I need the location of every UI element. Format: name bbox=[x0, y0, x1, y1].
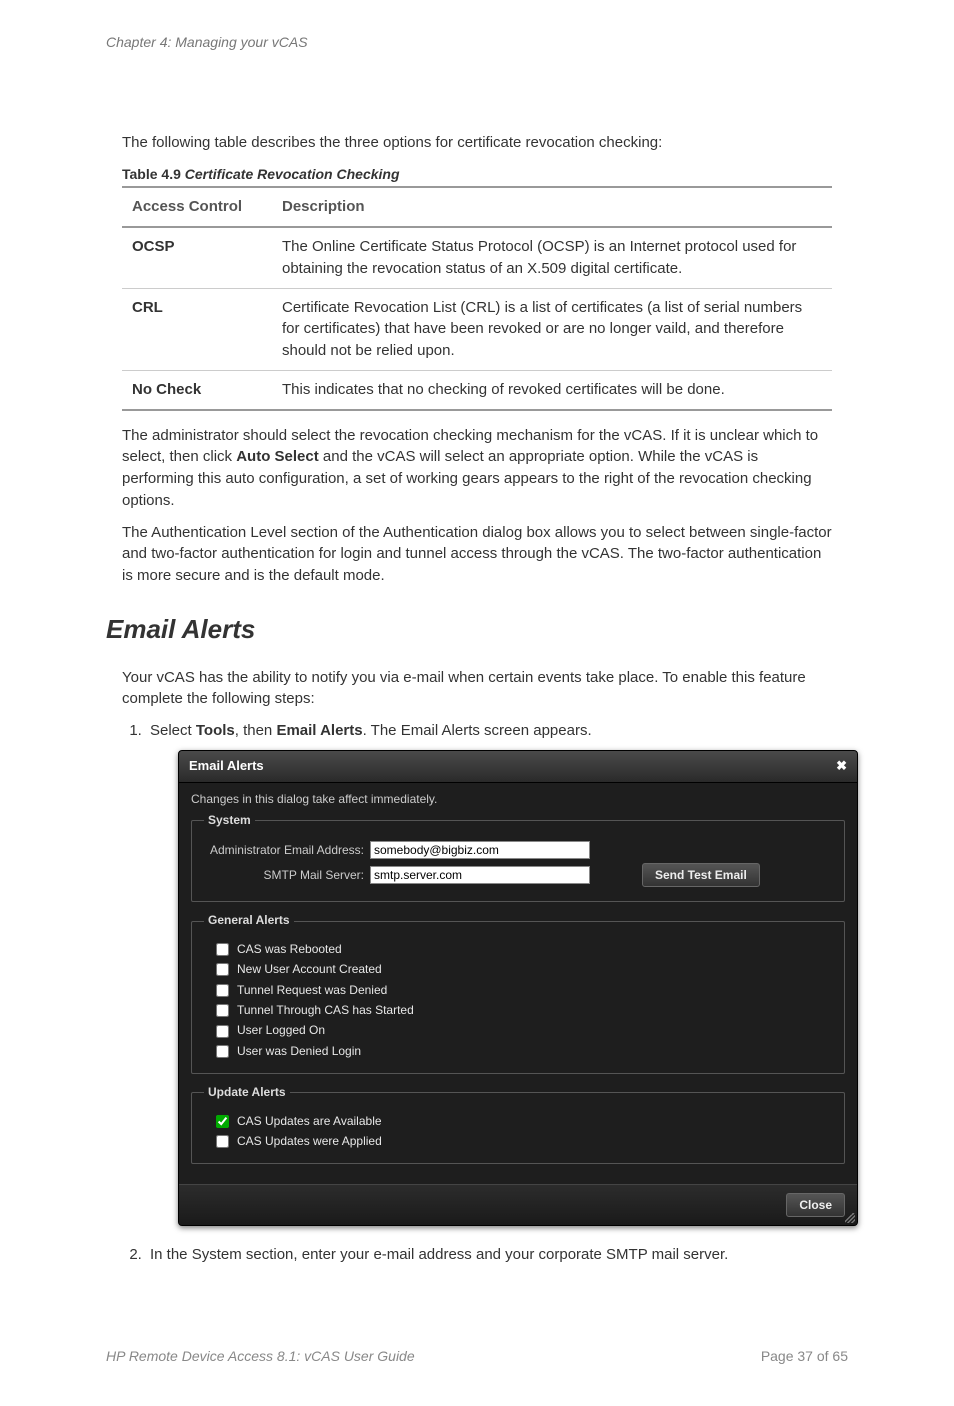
row-name: No Check bbox=[122, 370, 272, 409]
dialog-titlebar[interactable]: Email Alerts ✖ bbox=[179, 751, 857, 783]
col-header-access: Access Control bbox=[122, 187, 272, 227]
row-name: OCSP bbox=[122, 227, 272, 288]
alert-row: User was Denied Login bbox=[204, 1043, 832, 1060]
footer-page-number: Page 37 of 65 bbox=[761, 1346, 848, 1366]
row-name: CRL bbox=[122, 288, 272, 370]
alert-row: CAS Updates are Available bbox=[204, 1113, 832, 1130]
smtp-server-label: SMTP Mail Server: bbox=[204, 867, 364, 884]
dialog-note: Changes in this dialog take affect immed… bbox=[191, 791, 845, 808]
admin-paragraph: The administrator should select the revo… bbox=[122, 425, 832, 512]
row-desc: Certificate Revocation List (CRL) is a l… bbox=[272, 288, 832, 370]
caption-prefix: Table 4.9 bbox=[122, 166, 185, 182]
resize-grip-icon[interactable] bbox=[845, 1213, 855, 1223]
dialog-title: Email Alerts bbox=[189, 757, 264, 776]
email-alerts-dialog: Email Alerts ✖ Changes in this dialog ta… bbox=[178, 750, 858, 1227]
alert-label: CAS Updates are Available bbox=[237, 1113, 382, 1130]
alert-checkbox-user-denied[interactable] bbox=[216, 1045, 229, 1058]
alert-checkbox-updates-available[interactable] bbox=[216, 1115, 229, 1128]
alert-label: CAS Updates were Applied bbox=[237, 1133, 382, 1150]
table-row: CRL Certificate Revocation List (CRL) is… bbox=[122, 288, 832, 370]
bold-tools: Tools bbox=[196, 722, 235, 739]
alert-checkbox-user-logged-on[interactable] bbox=[216, 1025, 229, 1038]
alert-checkbox-tunnel-denied[interactable] bbox=[216, 984, 229, 997]
alert-label: Tunnel Request was Denied bbox=[237, 982, 387, 999]
alert-row: CAS Updates were Applied bbox=[204, 1133, 832, 1150]
alert-checkbox-tunnel-started[interactable] bbox=[216, 1004, 229, 1017]
alert-label: New User Account Created bbox=[237, 961, 382, 978]
alert-checkbox-cas-rebooted[interactable] bbox=[216, 943, 229, 956]
text: Select bbox=[150, 722, 196, 739]
auto-select-bold: Auto Select bbox=[236, 448, 319, 465]
section-title-email-alerts: Email Alerts bbox=[106, 611, 848, 649]
alert-checkbox-updates-applied[interactable] bbox=[216, 1135, 229, 1148]
col-header-description: Description bbox=[272, 187, 832, 227]
text: . The Email Alerts screen appears. bbox=[363, 722, 592, 739]
fieldset-general-alerts: General Alerts CAS was Rebooted New User… bbox=[191, 912, 845, 1074]
alert-label: User was Denied Login bbox=[237, 1043, 361, 1060]
close-button[interactable]: Close bbox=[786, 1193, 845, 1217]
step-2: In the System section, enter your e-mail… bbox=[146, 1244, 832, 1266]
smtp-server-input[interactable] bbox=[370, 866, 590, 884]
alert-label: CAS was Rebooted bbox=[237, 941, 342, 958]
legend-general: General Alerts bbox=[204, 912, 294, 929]
table-caption: Table 4.9 Certificate Revocation Checkin… bbox=[122, 164, 832, 184]
fieldset-system: System Administrator Email Address: SMTP… bbox=[191, 812, 845, 902]
table-row: OCSP The Online Certificate Status Proto… bbox=[122, 227, 832, 288]
alert-label: User Logged On bbox=[237, 1022, 325, 1039]
alert-row: User Logged On bbox=[204, 1022, 832, 1039]
revocation-table: Access Control Description OCSP The Onli… bbox=[122, 186, 832, 410]
alert-label: Tunnel Through CAS has Started bbox=[237, 1002, 414, 1019]
alert-row: Tunnel Request was Denied bbox=[204, 982, 832, 999]
bold-email-alerts: Email Alerts bbox=[276, 722, 362, 739]
fieldset-update-alerts: Update Alerts CAS Updates are Available … bbox=[191, 1084, 845, 1164]
alert-row: New User Account Created bbox=[204, 961, 832, 978]
close-icon[interactable]: ✖ bbox=[836, 757, 847, 776]
chapter-header: Chapter 4: Managing your vCAS bbox=[106, 32, 848, 52]
row-desc: This indicates that no checking of revok… bbox=[272, 370, 832, 409]
dialog-body: Changes in this dialog take affect immed… bbox=[179, 783, 857, 1185]
page-footer: HP Remote Device Access 8.1: vCAS User G… bbox=[106, 1346, 848, 1366]
steps-list: Select Tools, then Email Alerts. The Ema… bbox=[146, 720, 832, 1266]
step-1: Select Tools, then Email Alerts. The Ema… bbox=[146, 720, 832, 1226]
admin-email-input[interactable] bbox=[370, 841, 590, 859]
legend-update: Update Alerts bbox=[204, 1084, 290, 1101]
alert-checkbox-new-user[interactable] bbox=[216, 963, 229, 976]
footer-doc-title: HP Remote Device Access 8.1: vCAS User G… bbox=[106, 1346, 415, 1366]
table-row: No Check This indicates that no checking… bbox=[122, 370, 832, 409]
admin-email-label: Administrator Email Address: bbox=[204, 842, 364, 859]
alert-row: Tunnel Through CAS has Started bbox=[204, 1002, 832, 1019]
email-intro-paragraph: Your vCAS has the ability to notify you … bbox=[122, 667, 832, 711]
auth-paragraph: The Authentication Level section of the … bbox=[122, 522, 832, 587]
dialog-footer: Close bbox=[179, 1184, 857, 1225]
alert-row: CAS was Rebooted bbox=[204, 941, 832, 958]
caption-title: Certificate Revocation Checking bbox=[185, 166, 400, 182]
intro-paragraph: The following table describes the three … bbox=[122, 132, 832, 154]
row-desc: The Online Certificate Status Protocol (… bbox=[272, 227, 832, 288]
legend-system: System bbox=[204, 812, 255, 829]
send-test-email-button[interactable]: Send Test Email bbox=[642, 863, 760, 887]
text: , then bbox=[235, 722, 277, 739]
